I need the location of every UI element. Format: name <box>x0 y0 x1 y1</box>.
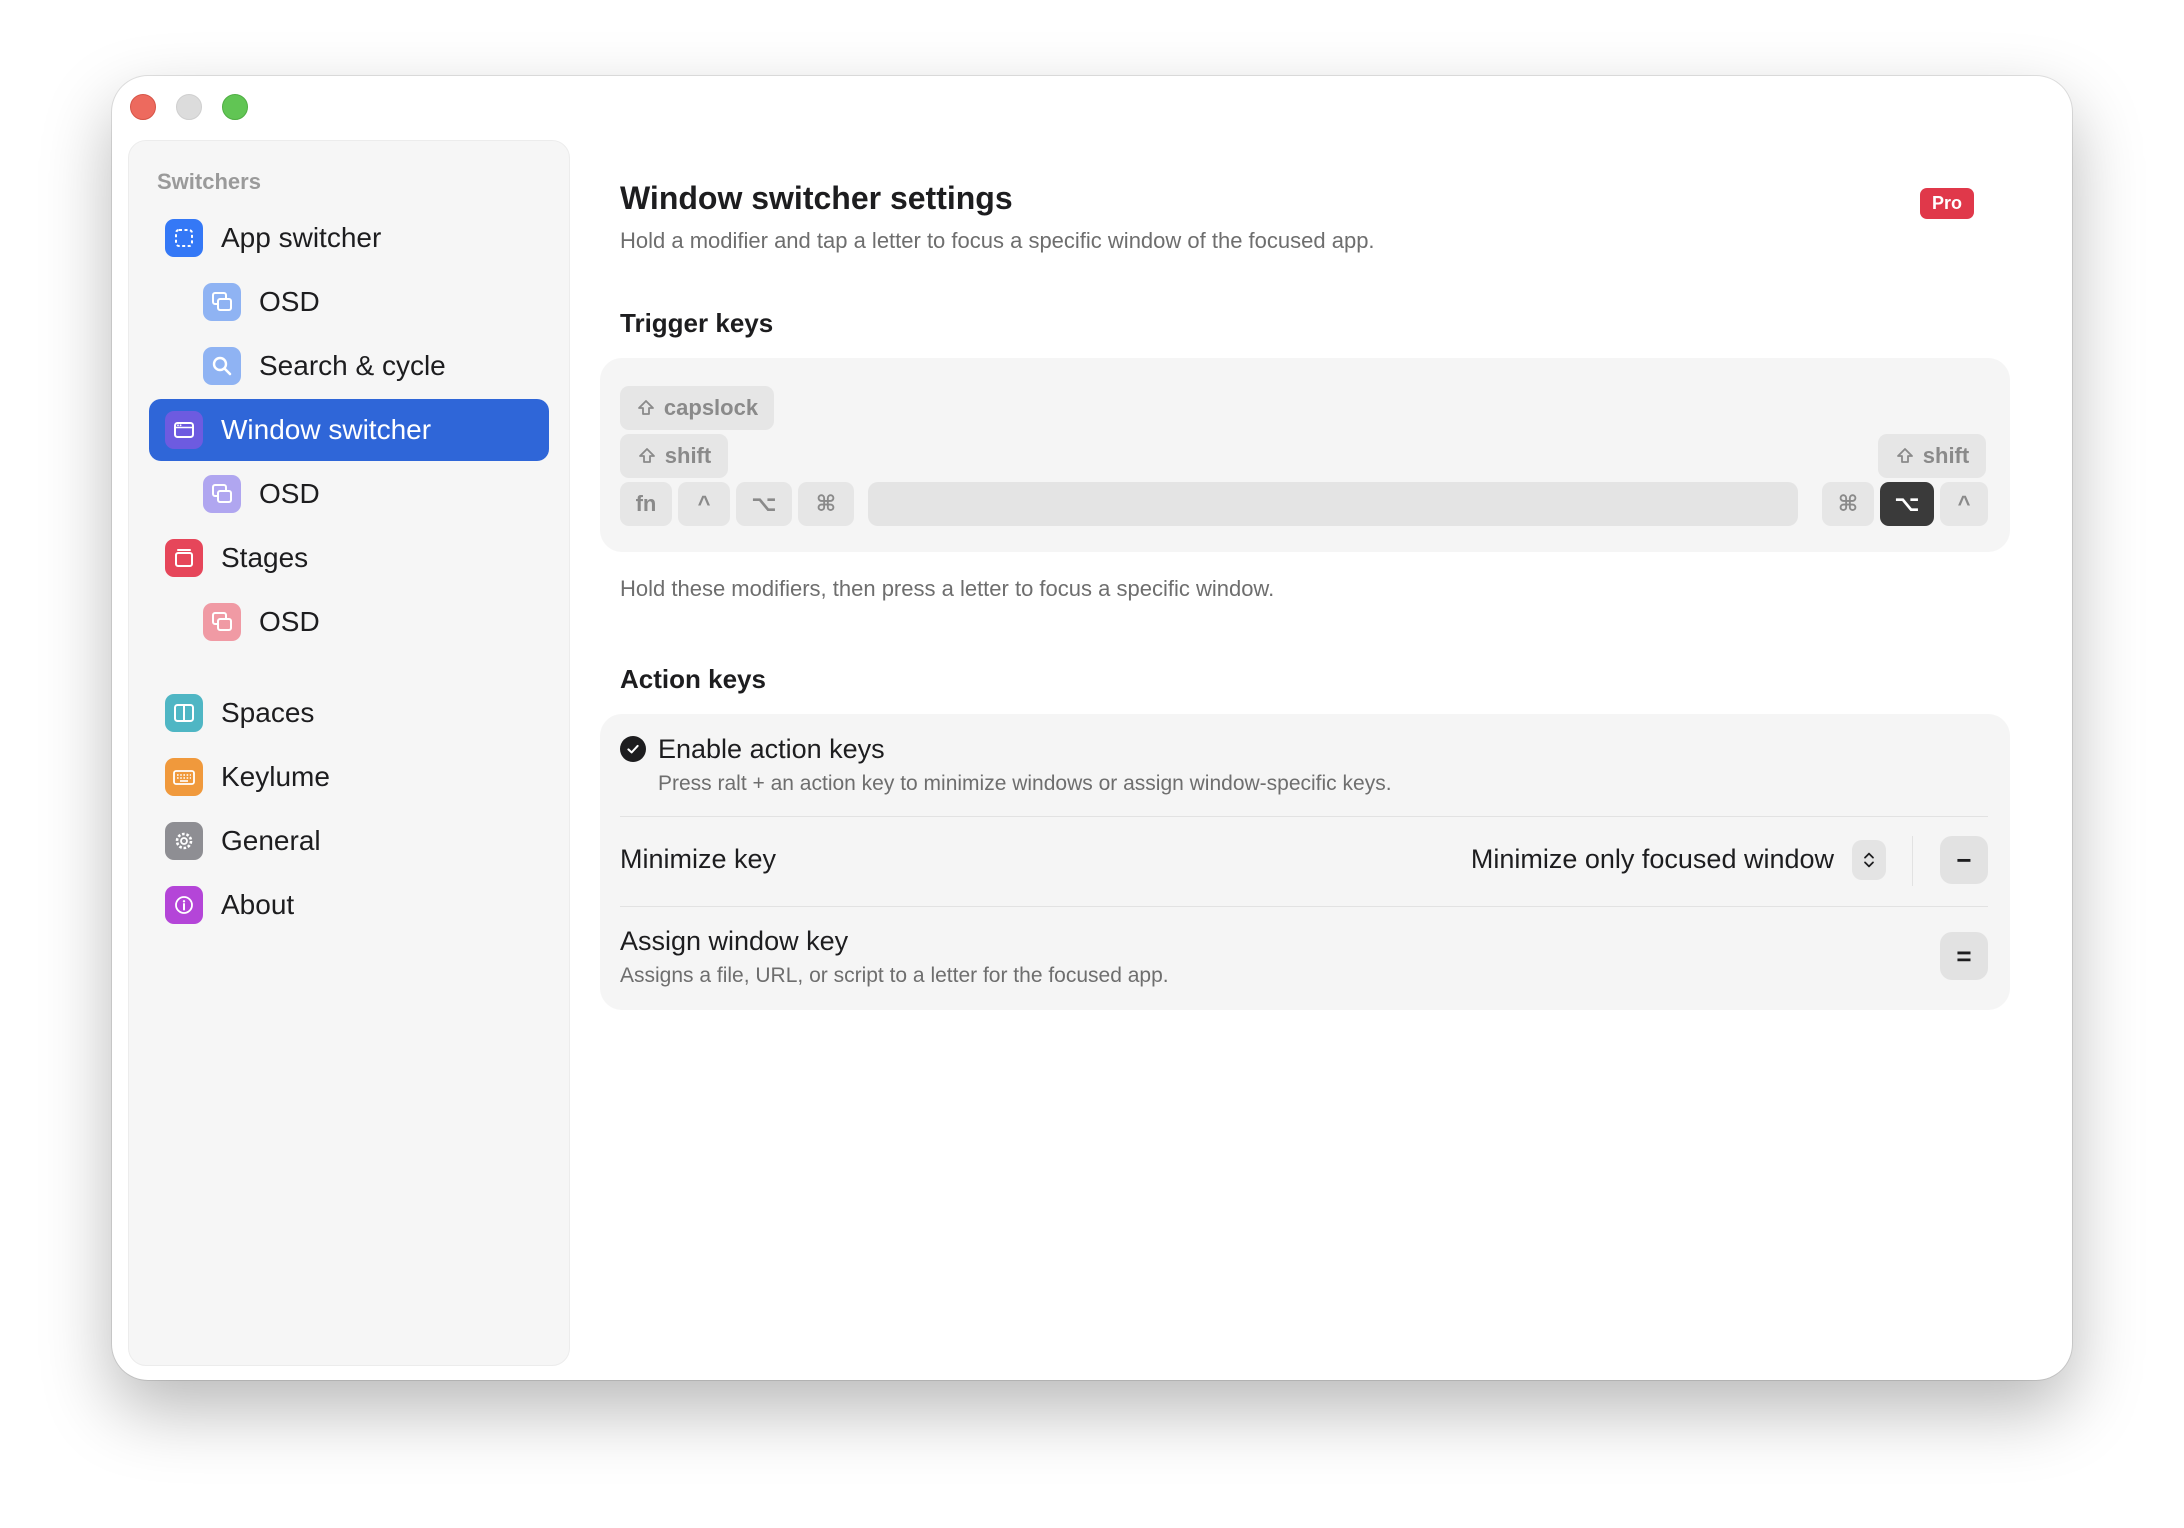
sidebar-item-window-switcher-osd[interactable]: OSD <box>149 463 549 525</box>
minimize-mode-select[interactable]: Minimize only focused window <box>1471 844 1834 875</box>
window-icon <box>165 411 203 449</box>
capslock-key[interactable]: capslock <box>620 386 774 430</box>
enable-action-keys-description: Press ralt + an action key to minimize w… <box>658 772 1392 795</box>
minimize-key-button[interactable]: − <box>1940 836 1988 884</box>
pro-badge: Pro <box>1920 188 1975 219</box>
divider <box>620 816 1988 817</box>
close-button[interactable] <box>130 94 156 120</box>
command-right-key[interactable]: ⌘ <box>1822 482 1874 526</box>
keyboard-icon <box>165 758 203 796</box>
sidebar-item-label: Search & cycle <box>259 350 446 381</box>
trigger-hint: Hold these modifiers, then press a lette… <box>620 576 1275 601</box>
sidebar-section-label: Switchers <box>157 169 261 194</box>
minimize-button[interactable] <box>176 94 202 120</box>
enable-action-keys-label: Enable action keys <box>658 734 885 764</box>
main-content: Window switcher settings Hold a modifier… <box>600 76 2072 1380</box>
space-bar <box>868 482 1798 526</box>
assign-window-key-button[interactable]: = <box>1940 932 1988 980</box>
shift-left-key[interactable]: shift <box>620 434 728 478</box>
fn-key[interactable]: fn <box>620 482 672 526</box>
option-left-key[interactable]: ⌥ <box>736 482 792 526</box>
windows-stack-icon <box>203 283 241 321</box>
minimize-mode-stepper[interactable] <box>1852 840 1886 880</box>
sidebar-item-app-switcher-osd[interactable]: OSD <box>149 271 549 333</box>
window-controls <box>130 94 248 120</box>
trigger-keys-heading: Trigger keys <box>620 308 774 338</box>
sidebar-item-spaces[interactable]: Spaces <box>149 682 549 744</box>
split-square-icon <box>165 694 203 732</box>
sidebar-item-keylume[interactable]: Keylume <box>149 746 549 808</box>
magnifier-icon <box>203 347 241 385</box>
assign-window-key-label: Assign window key <box>620 926 849 956</box>
sidebar-item-label: OSD <box>259 478 320 509</box>
vertical-divider <box>1912 836 1913 886</box>
sidebar-item-label: OSD <box>259 286 320 317</box>
sidebar-item-label: Spaces <box>221 697 315 728</box>
chevron-up-down-icon <box>1864 852 1874 868</box>
sidebar-item-app-switcher[interactable]: App switcher <box>149 207 549 269</box>
sidebar-item-label: App switcher <box>221 222 382 253</box>
shift-arrow-icon <box>638 448 655 463</box>
command-left-key[interactable]: ⌘ <box>798 482 854 526</box>
page-title: Window switcher settings <box>620 180 1013 216</box>
sidebar-item-stages[interactable]: Stages <box>149 527 549 589</box>
sidebar-item-label: Stages <box>221 542 309 573</box>
sidebar-item-stages-osd[interactable]: OSD <box>149 591 549 653</box>
sidebar-item-general[interactable]: General <box>149 810 549 872</box>
keyboard-panel: capslock shift shift fn ^ ⌥ ⌘ ⌘ ⌥ ^ <box>600 358 2010 552</box>
sidebar-item-search-cycle[interactable]: Search & cycle <box>149 335 549 397</box>
sidebar-item-about[interactable]: About <box>149 874 549 936</box>
capslock-label: capslock <box>663 395 759 420</box>
info-icon <box>165 886 203 924</box>
windows-stack-icon <box>203 475 241 513</box>
zoom-button[interactable] <box>222 94 248 120</box>
shift-right-label: shift <box>1922 443 1970 468</box>
action-keys-panel: Enable action keys Press ralt + an actio… <box>600 714 2010 1010</box>
sidebar-item-label: Keylume <box>221 761 330 792</box>
shift-right-key[interactable]: shift <box>1878 434 1986 478</box>
divider <box>620 906 1988 907</box>
sidebar: Switchers App switcher OSD Search & cycl… <box>128 140 570 1366</box>
minimize-key-label: Minimize key <box>620 844 777 874</box>
shift-arrow-icon <box>638 400 654 415</box>
page-subtitle: Hold a modifier and tap a letter to focu… <box>620 228 1375 253</box>
shift-left-label: shift <box>664 443 712 468</box>
sidebar-item-window-switcher[interactable]: Window switcher <box>149 399 549 461</box>
sidebar-item-label: OSD <box>259 606 320 637</box>
sidebar-item-label: General <box>221 825 321 856</box>
dashed-square-icon <box>165 219 203 257</box>
sidebar-item-label: About <box>221 889 295 920</box>
checkmark-icon <box>627 744 639 754</box>
settings-window: Switchers App switcher OSD Search & cycl… <box>112 76 2072 1380</box>
control-right-key[interactable]: ^ <box>1940 482 1988 526</box>
stages-icon <box>165 539 203 577</box>
assign-window-key-description: Assigns a file, URL, or script to a lett… <box>620 964 1169 987</box>
sidebar-item-label: Window switcher <box>221 414 432 445</box>
action-keys-heading: Action keys <box>620 664 766 694</box>
option-right-key[interactable]: ⌥ <box>1880 482 1934 526</box>
control-left-key[interactable]: ^ <box>678 482 730 526</box>
shift-arrow-icon <box>1896 448 1913 463</box>
gear-icon <box>165 822 203 860</box>
enable-action-keys-checkbox[interactable] <box>620 736 646 762</box>
windows-stack-icon <box>203 603 241 641</box>
